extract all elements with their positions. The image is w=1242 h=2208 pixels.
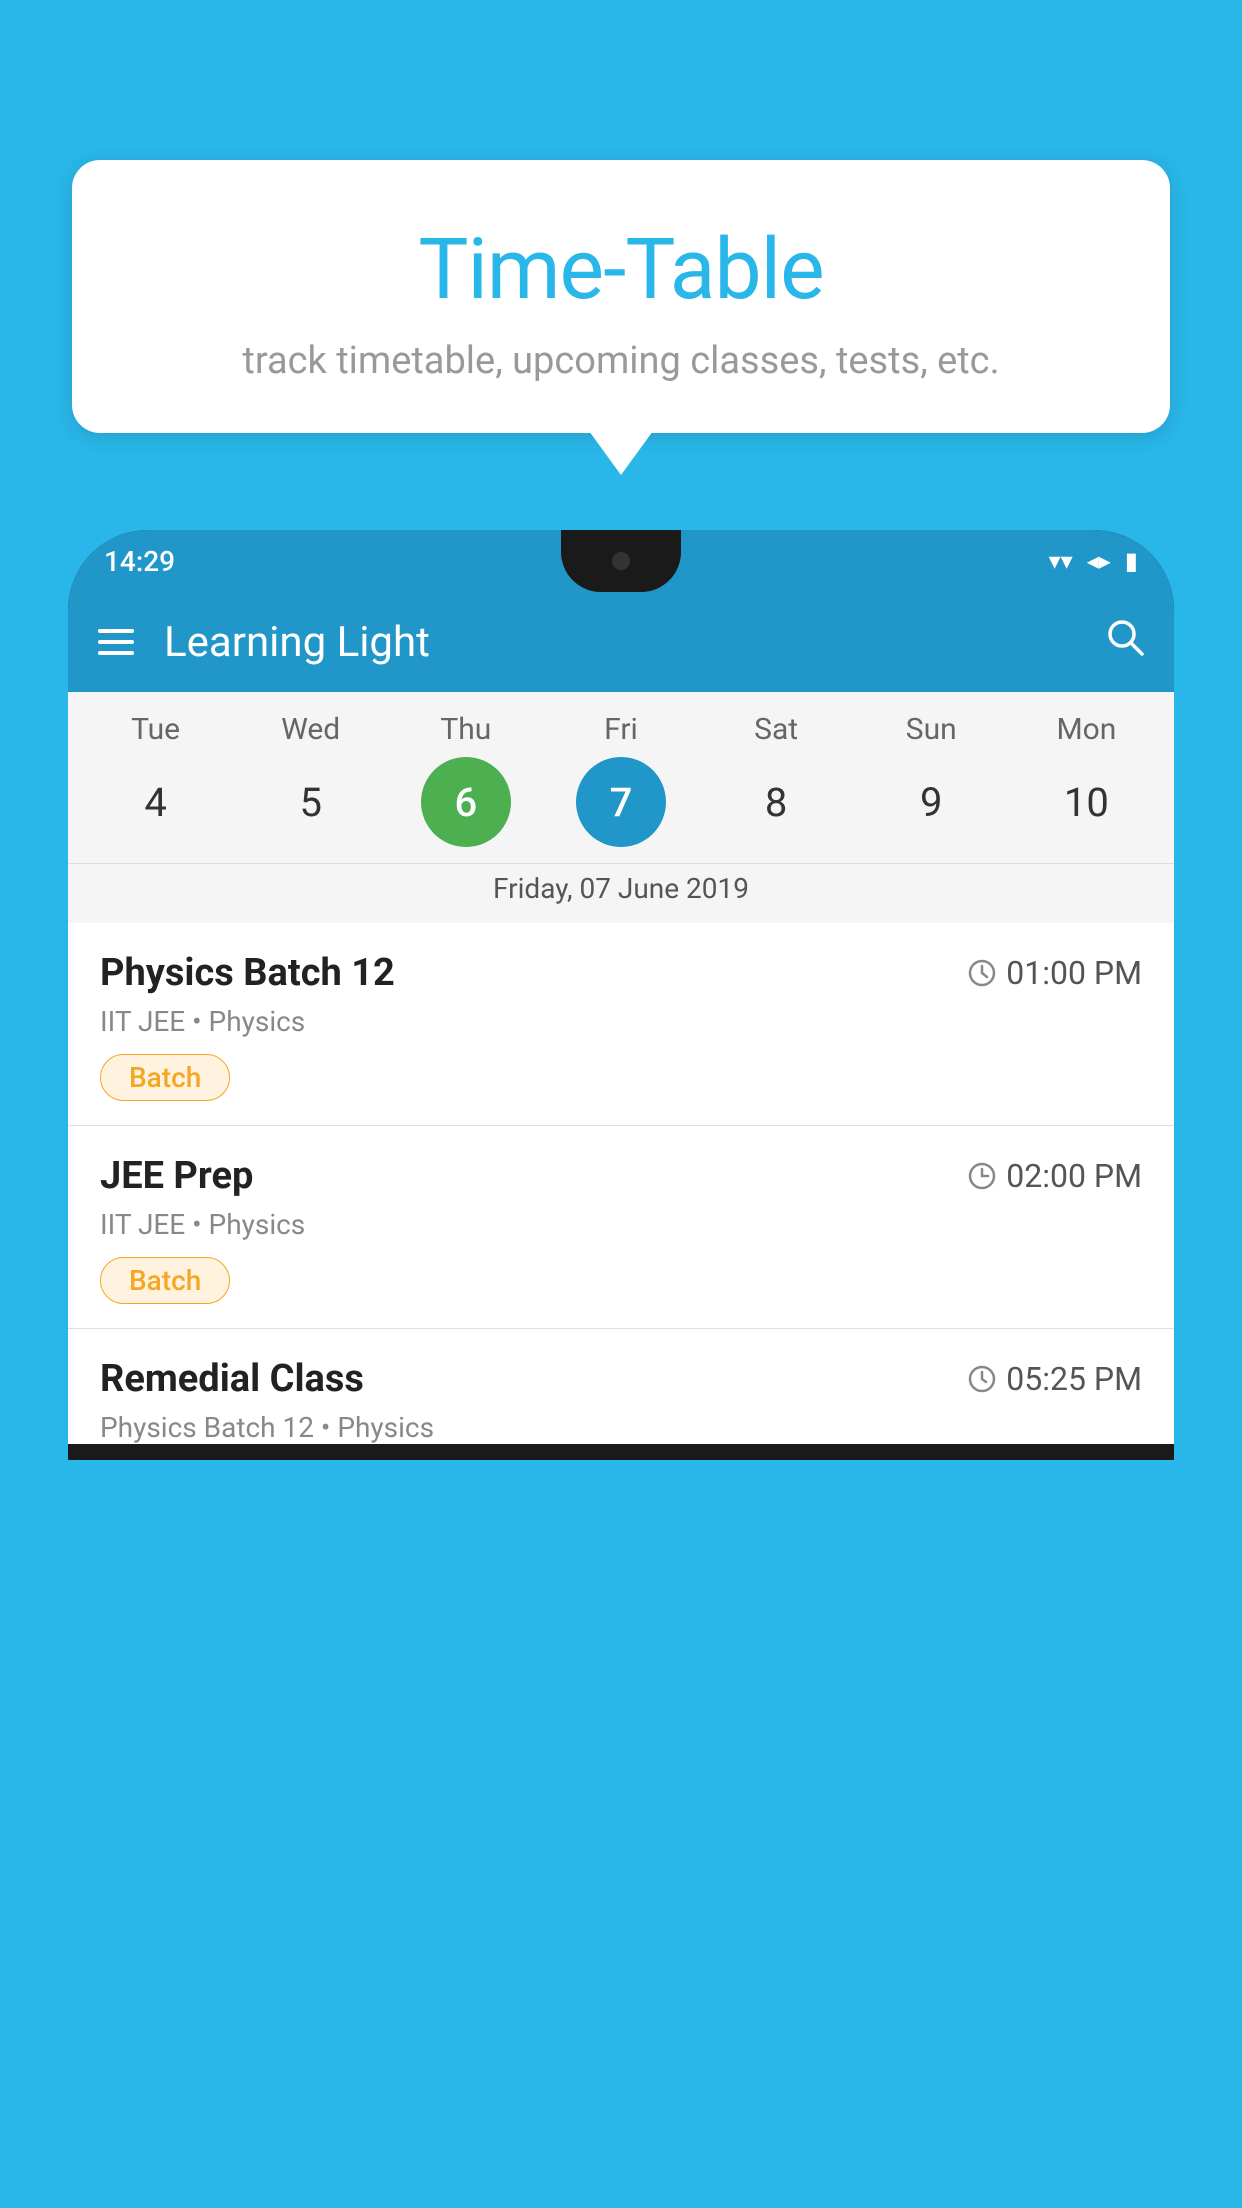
class-meta-1: IIT JEE • Physics: [100, 1005, 1142, 1038]
hamburger-icon[interactable]: [98, 622, 134, 662]
selected-date: Friday, 07 June 2019: [68, 863, 1174, 923]
clock-icon-3: [968, 1365, 996, 1393]
phone-frame: 14:29 ▾▾ ◂▸ ▮ Learning Light: [68, 530, 1174, 1460]
day-header-wed: Wed: [266, 712, 356, 747]
schedule-item-3[interactable]: Remedial Class 05:25 PM Physics Batch 12…: [68, 1329, 1174, 1444]
calendar-strip: Tue Wed Thu Fri Sat Sun Mon 4 5 6 7 8 9 …: [68, 692, 1174, 923]
battery-icon: ▮: [1125, 547, 1138, 575]
bubble-subtitle: track timetable, upcoming classes, tests…: [122, 339, 1120, 383]
speech-bubble: Time-Table track timetable, upcoming cla…: [72, 160, 1170, 433]
signal-icon: ◂▸: [1087, 547, 1111, 575]
batch-badge-2: Batch: [100, 1257, 230, 1304]
day-header-mon: Mon: [1041, 712, 1131, 747]
bubble-title: Time-Table: [122, 220, 1120, 319]
phone-wrapper: 14:29 ▾▾ ◂▸ ▮ Learning Light: [68, 530, 1174, 2208]
app-bar: Learning Light: [68, 592, 1174, 692]
status-bar: 14:29 ▾▾ ◂▸ ▮: [68, 530, 1174, 592]
day-numbers: 4 5 6 7 8 9 10: [68, 757, 1174, 863]
search-icon[interactable]: [1106, 618, 1144, 666]
day-headers: Tue Wed Thu Fri Sat Sun Mon: [68, 712, 1174, 757]
schedule-item-header-3: Remedial Class 05:25 PM: [100, 1357, 1142, 1401]
day-8[interactable]: 8: [731, 757, 821, 847]
day-5[interactable]: 5: [266, 757, 356, 847]
day-header-sat: Sat: [731, 712, 821, 747]
day-header-fri: Fri: [576, 712, 666, 747]
clock-icon-1: [968, 959, 996, 987]
day-10[interactable]: 10: [1041, 757, 1131, 847]
camera-dot: [612, 552, 630, 570]
class-name-2: JEE Prep: [100, 1154, 253, 1198]
clock-icon-2: [968, 1162, 996, 1190]
class-meta-3: Physics Batch 12 • Physics: [100, 1411, 1142, 1444]
batch-badge-1: Batch: [100, 1054, 230, 1101]
class-time-3: 05:25 PM: [968, 1360, 1142, 1398]
day-header-sun: Sun: [886, 712, 976, 747]
day-7-selected[interactable]: 7: [576, 757, 666, 847]
day-6-today[interactable]: 6: [421, 757, 511, 847]
schedule-container: Physics Batch 12 01:00 PM IIT JEE • Phys…: [68, 923, 1174, 1444]
wifi-icon: ▾▾: [1049, 547, 1073, 575]
class-time-1: 01:00 PM: [968, 954, 1142, 992]
day-header-tue: Tue: [111, 712, 201, 747]
class-name-1: Physics Batch 12: [100, 951, 395, 995]
schedule-item-1[interactable]: Physics Batch 12 01:00 PM IIT JEE • Phys…: [68, 923, 1174, 1126]
class-time-2: 02:00 PM: [968, 1157, 1142, 1195]
notch: [561, 530, 681, 592]
day-9[interactable]: 9: [886, 757, 976, 847]
class-meta-2: IIT JEE • Physics: [100, 1208, 1142, 1241]
schedule-item-header-1: Physics Batch 12 01:00 PM: [100, 951, 1142, 995]
day-4[interactable]: 4: [111, 757, 201, 847]
schedule-item-header-2: JEE Prep 02:00 PM: [100, 1154, 1142, 1198]
day-header-thu: Thu: [421, 712, 511, 747]
app-title: Learning Light: [164, 618, 1106, 667]
class-name-3: Remedial Class: [100, 1357, 364, 1401]
schedule-item-2[interactable]: JEE Prep 02:00 PM IIT JEE • Physics Batc…: [68, 1126, 1174, 1329]
status-icons: ▾▾ ◂▸ ▮: [1049, 547, 1138, 575]
status-time: 14:29: [104, 545, 175, 578]
